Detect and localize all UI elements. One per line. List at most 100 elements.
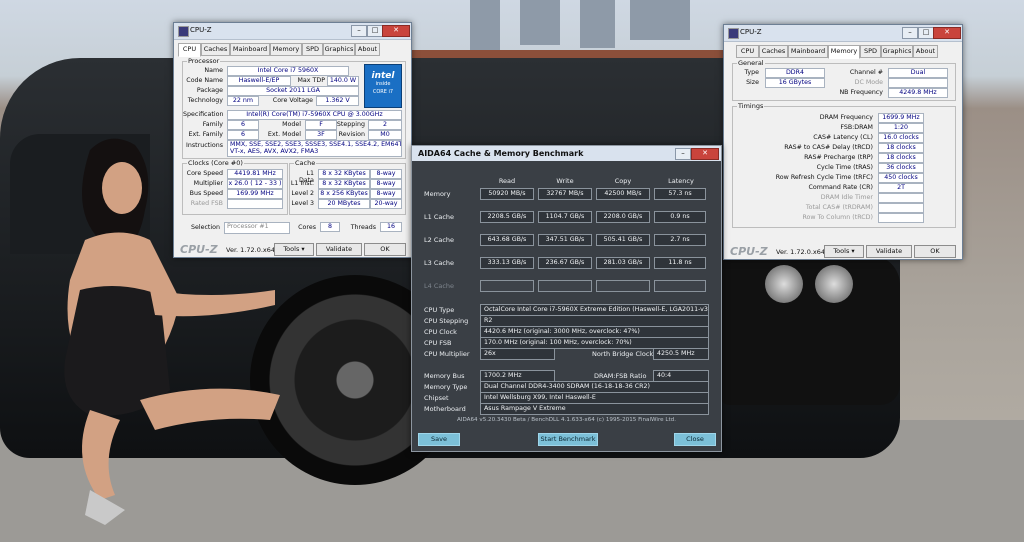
group-title: General (737, 59, 765, 67)
tab-memory[interactable]: Memory (828, 45, 860, 59)
label: Level 3 (291, 200, 314, 207)
cache-group: Cache L1 Data 8 x 32 KBytes 8-way L1 Ins… (289, 159, 406, 215)
benchmark-read-value: 2208.5 GB/s (480, 211, 534, 223)
minimize-button[interactable]: – (902, 27, 918, 39)
title-bar[interactable]: CPU-Z – □ ✕ (174, 23, 411, 40)
minimize-button[interactable]: – (351, 25, 367, 37)
benchmark-row-label: L3 Cache (424, 259, 455, 267)
technology-value: 22 nm (227, 96, 259, 106)
cores-value: 8 (320, 222, 340, 232)
timing-label: Cycle Time (tRAS) (816, 164, 873, 171)
timing-label: RAS# to CAS# Delay (tRCD) (784, 144, 873, 151)
close-button[interactable]: ✕ (933, 27, 961, 39)
benchmark-row-label: L2 Cache (424, 236, 455, 244)
headlight (815, 265, 853, 303)
intel-core-i7-logo: intel inside CORE i7 (364, 64, 402, 108)
benchmark-copy-value: 281.03 GB/s (596, 257, 650, 269)
processor-group: Processor Name Intel Core i7 5960X Code … (182, 57, 406, 159)
start-benchmark-button[interactable]: Start Benchmark (538, 433, 598, 446)
ok-button[interactable]: OK (914, 245, 956, 258)
codename-value: Haswell-E/EP (227, 76, 291, 86)
tools-button[interactable]: Tools ▾ (274, 243, 314, 256)
label: Core Voltage (272, 97, 313, 104)
cpuz-brand: CPU-Z (180, 243, 218, 256)
l3-value: 20 MBytes (318, 199, 370, 209)
tab-spd[interactable]: SPD (860, 45, 881, 58)
title-bar[interactable]: AIDA64 Cache & Memory Benchmark – ✕ (412, 146, 721, 161)
tab-graphics[interactable]: Graphics (881, 45, 913, 58)
benchmark-latency-value: 2.7 ns (654, 234, 706, 246)
l2-way-value: 8-way (370, 189, 402, 199)
ext-family-value: 6 (227, 130, 259, 140)
close-button[interactable]: ✕ (382, 25, 410, 37)
label: Size (746, 79, 759, 86)
label: Type (744, 69, 759, 76)
maximize-button[interactable]: □ (918, 27, 934, 39)
maximize-button[interactable]: □ (367, 25, 383, 37)
label: Name (204, 67, 223, 74)
tab-about[interactable]: About (913, 45, 938, 58)
benchmark-read-value: 50920 MB/s (480, 188, 534, 200)
column-header-latency: Latency (668, 177, 694, 185)
label: Technology (187, 97, 223, 104)
title-bar[interactable]: CPU-Z – □ ✕ (724, 25, 962, 42)
timing-value: 36 clocks (878, 163, 924, 173)
package-value: Socket 2011 LGA (227, 86, 359, 96)
cpuz-memory-window: CPU-Z – □ ✕ CPU Caches Mainboard Memory … (723, 24, 963, 260)
tab-memory[interactable]: Memory (270, 43, 302, 56)
label: Rated FSB (190, 200, 223, 207)
label: Stepping (336, 121, 365, 128)
motherboard-value: Asus Rampage V Extreme (480, 403, 709, 415)
timing-label: FSB:DRAM (840, 124, 873, 131)
validate-button[interactable]: Validate (316, 243, 362, 256)
family-value: 6 (227, 120, 259, 130)
label: CPU Multiplier (424, 350, 470, 358)
tools-button[interactable]: Tools ▾ (824, 245, 864, 258)
tab-about[interactable]: About (355, 43, 380, 56)
logo-text: inside (375, 81, 391, 87)
benchmark-row-label: L1 Cache (424, 213, 455, 221)
group-title: Cache (294, 159, 317, 167)
benchmark-read-value: 643.68 GB/s (480, 234, 534, 246)
timing-value: 18 clocks (878, 153, 924, 163)
tab-cpu[interactable]: CPU (178, 43, 201, 57)
benchmark-row-label: Memory (424, 190, 451, 198)
benchmark-latency-value (654, 280, 706, 292)
label: CPU Stepping (424, 317, 469, 325)
general-group: General Type DDR4 Channel # Dual Size 16… (732, 59, 956, 101)
save-button[interactable]: Save (418, 433, 460, 446)
timing-label: CAS# Latency (CL) (813, 134, 873, 141)
tab-cpu[interactable]: CPU (736, 45, 759, 58)
l3-way-value: 20-way (370, 199, 402, 209)
close-dialog-button[interactable]: Close (674, 433, 716, 446)
label: Level 2 (291, 190, 314, 197)
tab-mainboard[interactable]: Mainboard (230, 43, 270, 56)
processor-selection-dropdown[interactable]: Processor #1 (224, 222, 290, 234)
group-title: Processor (187, 57, 221, 65)
timing-value (878, 193, 924, 203)
label: CPU FSB (424, 339, 452, 347)
tab-spd[interactable]: SPD (302, 43, 323, 56)
benchmark-write-value: 236.67 GB/s (538, 257, 592, 269)
validate-button[interactable]: Validate (866, 245, 912, 258)
tab-graphics[interactable]: Graphics (323, 43, 355, 56)
benchmark-copy-value: 42500 MB/s (596, 188, 650, 200)
skyline-building (520, 0, 560, 45)
core-speed-value: 4419.81 MHz (227, 169, 283, 179)
minimize-button[interactable]: – (675, 148, 691, 160)
timing-value: 1:20 (878, 123, 924, 133)
tab-caches[interactable]: Caches (759, 45, 788, 58)
close-button[interactable]: ✕ (691, 148, 719, 160)
skyline-building (470, 0, 500, 50)
benchmark-copy-value: 505.41 GB/s (596, 234, 650, 246)
ok-button[interactable]: OK (364, 243, 406, 256)
timing-value (878, 213, 924, 223)
tab-mainboard[interactable]: Mainboard (788, 45, 828, 58)
label: CPU Type (424, 306, 455, 314)
cpuz-cpu-window: CPU-Z – □ ✕ CPU Caches Mainboard Memory … (173, 22, 412, 258)
tab-caches[interactable]: Caches (201, 43, 230, 56)
multiplier-value: x 26.0 ( 12 - 33 ) (227, 179, 283, 189)
label: Cores (298, 224, 316, 231)
label: Specification (183, 111, 224, 118)
cpu-name-value: Intel Core i7 5960X (227, 66, 349, 76)
